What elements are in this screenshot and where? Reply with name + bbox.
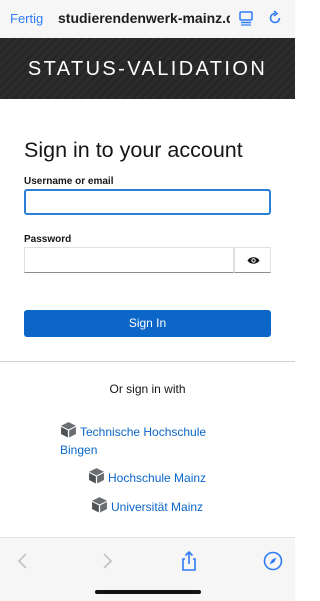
page-title: Sign in to your account	[24, 138, 243, 162]
provider-label: Technische Hochschule Bingen	[60, 425, 207, 457]
browser-top-bar: Fertig studierendenwerk-mainz.de	[0, 0, 295, 38]
header-banner: STATUS-VALIDATION	[0, 38, 295, 99]
forward-button[interactable]	[96, 550, 118, 572]
cube-icon	[89, 468, 104, 484]
provider-label: Hochschule Mainz	[108, 471, 207, 485]
password-field[interactable]	[24, 247, 234, 273]
share-button[interactable]	[178, 550, 200, 572]
back-button[interactable]	[12, 550, 34, 572]
password-label: Password	[24, 234, 72, 245]
reload-icon[interactable]	[267, 10, 283, 26]
cube-icon	[92, 497, 107, 513]
chevron-left-icon	[17, 553, 27, 569]
username-field[interactable]	[24, 189, 271, 215]
show-password-button[interactable]	[234, 247, 271, 273]
chevron-right-icon	[103, 553, 113, 569]
alternative-login-heading: Or sign in with	[109, 382, 186, 396]
reader-mode-icon[interactable]	[238, 10, 254, 26]
url-label[interactable]: studierendenwerk-mainz.de	[58, 10, 230, 26]
provider-link-th-bingen[interactable]: Technische Hochschule Bingen	[60, 421, 230, 459]
share-icon	[182, 550, 196, 571]
username-label: Username or email	[24, 176, 114, 187]
divider	[0, 361, 295, 362]
eye-icon	[247, 257, 260, 264]
compass-icon	[263, 551, 283, 571]
home-indicator	[95, 590, 201, 594]
done-button[interactable]: Fertig	[10, 11, 43, 26]
sign-in-button[interactable]: Sign In	[24, 310, 271, 337]
cube-icon	[61, 422, 76, 438]
banner-title: STATUS-VALIDATION	[27, 58, 268, 80]
provider-label: Universität Mainz	[111, 500, 204, 514]
provider-link-hs-mainz[interactable]: Hochschule Mainz	[88, 467, 206, 487]
provider-link-uni-mainz[interactable]: Universität Mainz	[91, 496, 203, 516]
open-in-safari-button[interactable]	[262, 550, 284, 572]
